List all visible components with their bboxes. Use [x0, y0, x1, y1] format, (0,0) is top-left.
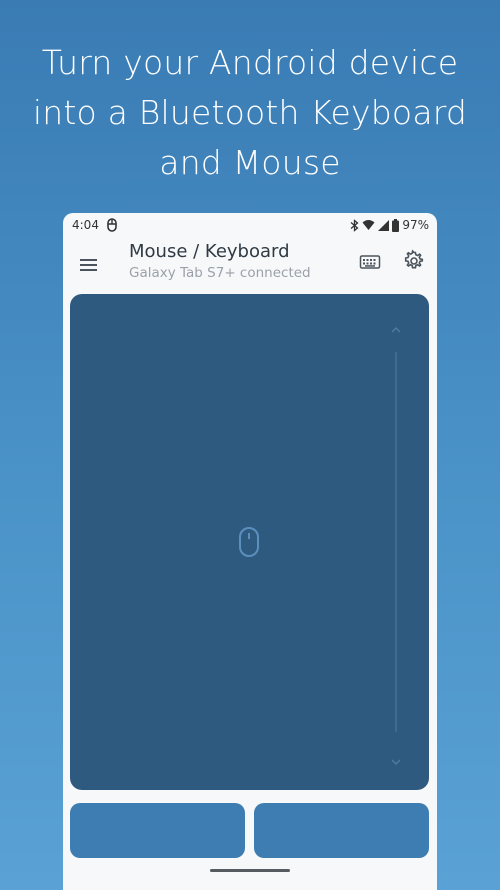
headline-line-1: Turn your Android device: [41, 43, 459, 82]
status-icons: 97%: [350, 218, 429, 232]
gear-icon[interactable]: [402, 249, 426, 273]
keyboard-icon[interactable]: [359, 251, 381, 273]
connection-status: Galaxy Tab S7+ connected: [129, 265, 311, 281]
right-click-button[interactable]: [254, 803, 429, 858]
wifi-icon: [362, 219, 375, 231]
hamburger-menu-icon[interactable]: [77, 253, 101, 277]
touchpad-area[interactable]: [70, 294, 429, 790]
phone-screen: 4:04 97% Mouse / Keyboard Galaxy Tab S7+…: [63, 213, 437, 890]
chevron-up-icon[interactable]: [389, 320, 403, 333]
battery-percent: 97%: [402, 218, 429, 232]
left-click-button[interactable]: [70, 803, 245, 858]
scroll-strip[interactable]: [395, 352, 397, 732]
mouse-icon: [107, 218, 117, 232]
headline-line-3: and Mouse: [159, 143, 341, 182]
mouse-icon: [238, 526, 260, 558]
page-title: Mouse / Keyboard: [129, 241, 290, 262]
signal-icon: [378, 219, 390, 231]
gesture-navigation-bar[interactable]: [210, 869, 290, 872]
promo-headline: Turn your Android device into a Bluetoot…: [0, 38, 500, 188]
status-time: 4:04: [72, 218, 99, 232]
chevron-down-icon[interactable]: [389, 752, 403, 765]
headline-line-2: into a Bluetooth Keyboard: [32, 93, 468, 132]
app-bar: Mouse / Keyboard Galaxy Tab S7+ connecte…: [63, 239, 437, 295]
bluetooth-icon: [350, 218, 359, 232]
status-bar: 4:04 97%: [63, 213, 437, 239]
battery-icon: [392, 218, 400, 232]
